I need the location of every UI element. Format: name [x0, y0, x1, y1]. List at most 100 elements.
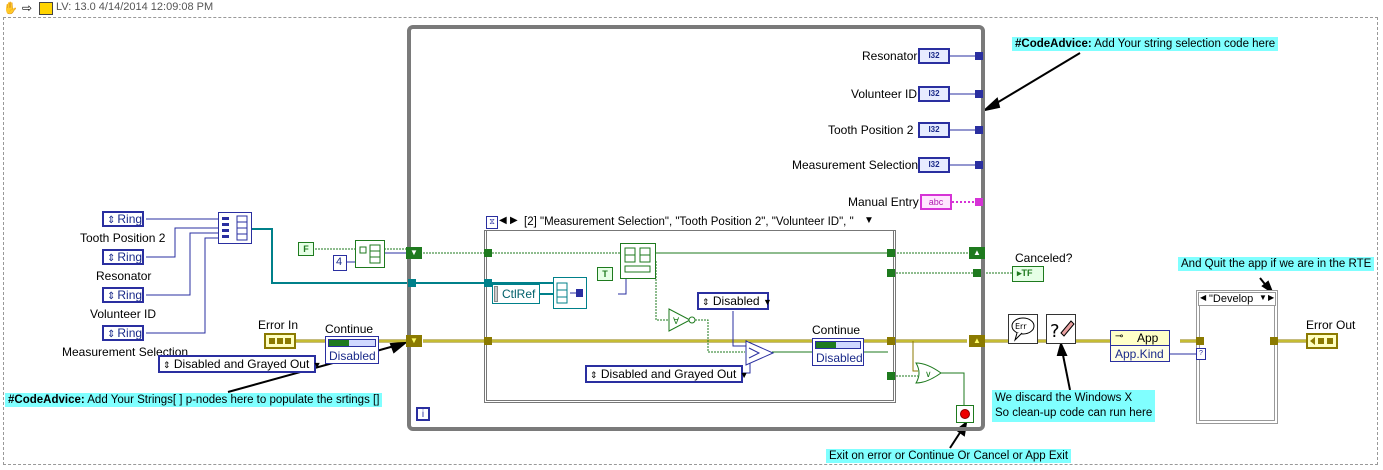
ring-label-1: Tooth Position 2 [80, 231, 166, 245]
for-tunnel-left-ref [484, 279, 492, 287]
canceled-indicator[interactable]: ▸TF [1012, 266, 1044, 282]
canceled-label: Canceled? [1015, 251, 1073, 265]
case-tunnel-out-error [1270, 337, 1278, 345]
for-tunnel-right-or [887, 372, 895, 380]
indicator-tooth-position-2[interactable]: I32 [918, 122, 950, 138]
for-tunnel-right-error [887, 337, 895, 345]
svg-text:∀: ∀ [673, 317, 680, 327]
code-advice-tag: #CodeAdvice: [8, 394, 85, 406]
svg-text:Err: Err [1015, 322, 1027, 331]
ring-control-3[interactable]: ⇕ Ring [102, 287, 144, 303]
ring-arrow-icon: ⇕ [107, 215, 116, 226]
tunnel-left-ref [408, 279, 416, 287]
discard-line-1: We discard the Windows X [995, 392, 1133, 404]
header-left-arrow-icon[interactable]: ◀ [499, 215, 507, 226]
case-dropdown-icon[interactable]: ▼ [1259, 293, 1267, 302]
enum-disabled[interactable]: ⇕ Disabled ▼ [697, 292, 772, 310]
indicator-label-measurement-selection: Measurement Selection [792, 158, 919, 172]
loop-iteration-terminal: i [416, 407, 430, 421]
error-in-label: Error In [258, 318, 299, 332]
terminal-resonator [975, 52, 983, 60]
ring-arrow-icon: ⇕ [107, 329, 116, 340]
error-in-terminal[interactable] [264, 333, 296, 349]
indicator-label-tooth-position-2: Tooth Position 2 [828, 123, 914, 137]
app-label: App [1137, 331, 1159, 345]
indicator-label-resonator: Resonator [862, 49, 918, 63]
for-loop-header[interactable]: ⧖ ◀ ▶ [2] "Measurement Selection", "Toot… [484, 215, 896, 231]
enum-disabled-grayed-inner[interactable]: ⇕ Disabled and Grayed Out ▼ [585, 365, 749, 383]
dropdown-arrow-icon: ▼ [762, 297, 772, 307]
select-node[interactable] [745, 340, 775, 366]
shift-register-left-error: ▼ [406, 335, 422, 347]
case-structure[interactable] [1196, 290, 1278, 424]
for-tunnel-right-bool [887, 249, 895, 257]
build-array-icon [222, 215, 248, 241]
discard-node[interactable]: ? [1046, 314, 1076, 344]
num-constant[interactable]: 4 [333, 255, 347, 271]
terminal-measurement-selection [975, 161, 983, 169]
ring-control-2[interactable]: ⇕ Ring [102, 249, 144, 265]
indicator-resonator[interactable]: I32 [918, 48, 950, 64]
continue-outer-node[interactable]: Disabled [325, 336, 379, 364]
ring-value: Ring [117, 212, 143, 226]
case-selector-terminal: ? [1196, 348, 1206, 360]
ring-control-1[interactable]: ⇕ Ring [102, 211, 144, 227]
dropdown-arrow-icon: ▼ [312, 360, 322, 370]
error-out-label: Error Out [1306, 318, 1356, 332]
indicator-measurement-selection[interactable]: I32 [918, 157, 950, 173]
ring-value: Ring [117, 288, 143, 302]
shift-register-right-error: ▲ [969, 335, 985, 347]
stop-terminal[interactable] [956, 405, 974, 423]
array-subset-icon [624, 247, 651, 273]
indicator-volunteer-id[interactable]: I32 [918, 86, 950, 102]
app-property-node[interactable]: ⊸ App App.Kind [1110, 330, 1170, 362]
ring-label-2: Resonator [96, 269, 152, 283]
index-array-icon [556, 282, 583, 304]
svg-text:?: ? [1050, 321, 1060, 342]
not-node[interactable]: ∀ [668, 308, 696, 332]
build-array-node[interactable] [218, 212, 252, 244]
eraser-icon: ? [1050, 320, 1075, 342]
for-loop-index-icon: ⧖ [486, 216, 498, 229]
enum-disabled-grayed-outer[interactable]: ⇕ Disabled and Grayed Out ▼ [158, 355, 322, 373]
indicator-manual-entry[interactable]: abc [920, 194, 952, 210]
for-loop-selector[interactable]: [2] "Measurement Selection", "Tooth Posi… [524, 216, 854, 228]
shift-register-right-bool: ▲ [969, 247, 985, 259]
app-header: ⊸ App [1111, 331, 1169, 346]
for-tunnel-left-bool [484, 249, 492, 257]
quit-note: And Quit the app if we are in the RTE [1178, 257, 1375, 271]
clear-error-node[interactable]: Err [1008, 314, 1038, 344]
ring-value: Ring [117, 326, 143, 340]
ring-control-4[interactable]: ⇕ Ring [102, 325, 144, 341]
index-array-node[interactable] [553, 277, 587, 309]
ring-label-3: Volunteer ID [90, 307, 157, 321]
index-array-inner-node[interactable] [620, 243, 656, 279]
error-cluster-icon [1310, 337, 1333, 345]
case-left-arrow-icon[interactable]: ◀ [1200, 293, 1206, 302]
ring-arrow-icon: ⇕ [107, 253, 116, 264]
case-selector[interactable]: ◀ "Develop ▼ ▶ [1198, 292, 1276, 306]
header-dropdown-icon[interactable]: ▼ [864, 215, 874, 226]
false-constant[interactable]: F [298, 242, 314, 256]
continue-outer-state: Disabled [329, 349, 376, 363]
continue-outer-label: Continue [325, 322, 374, 336]
header-right-arrow-icon[interactable]: ▶ [510, 215, 518, 226]
terminal-volunteer-id [975, 90, 983, 98]
discard-line-2: So clean-up code can run here [995, 407, 1153, 419]
error-out-terminal[interactable] [1306, 333, 1338, 349]
init-array-icon [359, 244, 381, 264]
terminal-manual-entry [975, 198, 983, 206]
ctlref-array[interactable]: CtlRef [492, 284, 540, 304]
code-advice-text: Add Your Strings[ ] p-nodes here to popu… [87, 394, 380, 406]
case-value: "Develop [1209, 293, 1254, 305]
or-node[interactable]: ∨ [915, 362, 943, 384]
terminal-tooth-position-2 [975, 126, 983, 134]
continue-inner-label: Continue [812, 323, 861, 337]
case-right-arrow-icon[interactable]: ▶ [1268, 293, 1274, 302]
tunnel-right-canceled [973, 269, 981, 277]
true-constant[interactable]: T [597, 267, 613, 281]
enum-value: Disabled and Grayed Out [600, 367, 737, 381]
continue-inner-node[interactable]: Disabled [812, 338, 864, 366]
initialize-array-node[interactable] [355, 240, 385, 268]
for-tunnel-right-cancel [887, 269, 895, 277]
